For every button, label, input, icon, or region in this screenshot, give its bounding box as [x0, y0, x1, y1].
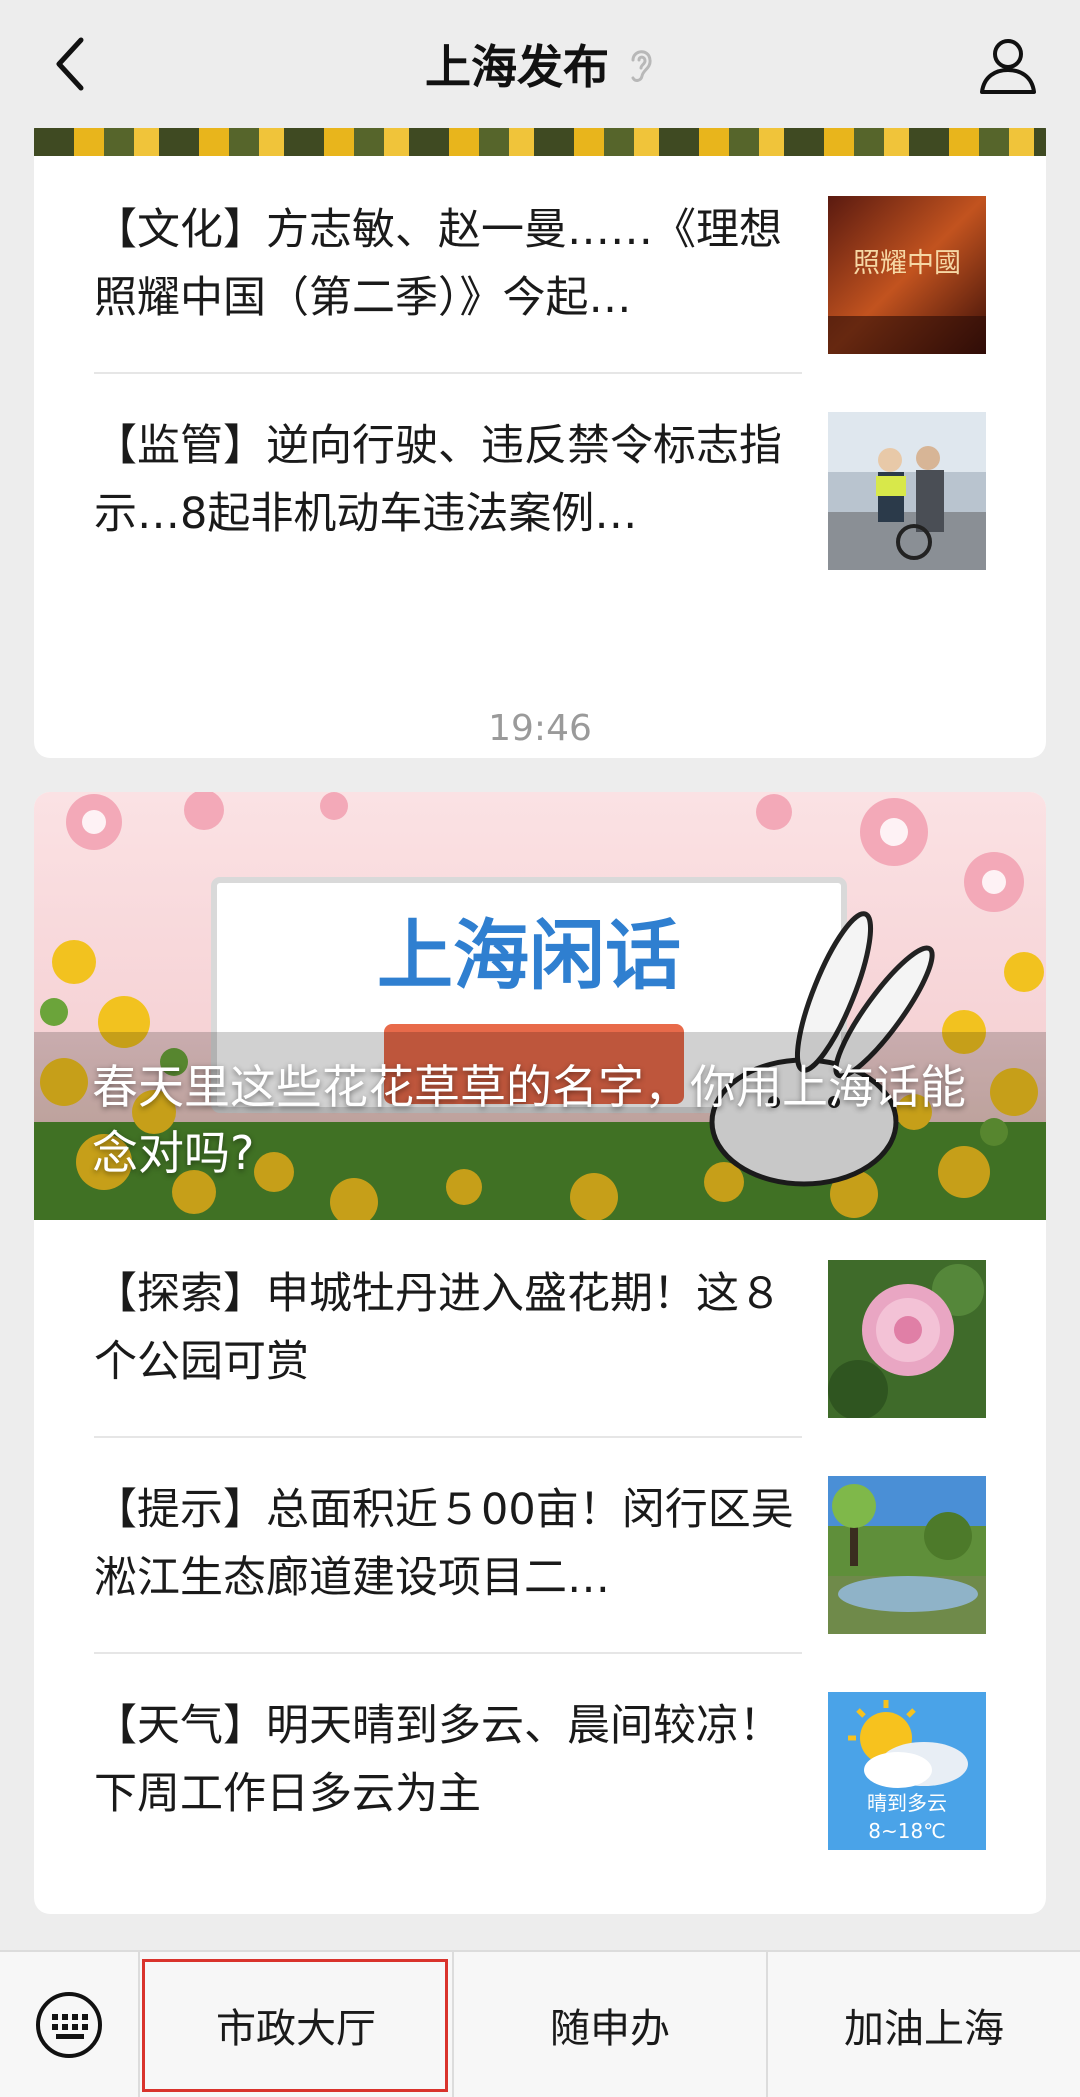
hero-title: 春天里这些花花草草的名字，你用上海话能念对吗?	[92, 1060, 966, 1180]
article-item[interactable]: 【天气】明天晴到多云、晨间较凉！下周工作日多云为主 晴到多云 8~18℃	[94, 1652, 986, 1868]
article-item[interactable]: 【文化】方志敏、赵一曼……《理想照耀中国（第二季）》今起… 照耀中國	[94, 156, 986, 372]
weather-temperature: 8~18℃	[868, 1819, 945, 1843]
article-title: 【天气】明天晴到多云、晨间较凉！下周工作日多云为主	[94, 1701, 782, 1819]
person-icon	[980, 39, 1036, 94]
hero-article[interactable]: 上海闲话 春天里这些花花草草的名字，你用上海话能念对吗?	[34, 792, 1046, 1220]
chevron-left-icon	[56, 37, 84, 91]
menu-item-suishenban[interactable]: 随申办	[454, 1951, 768, 2097]
hero-image-title: 上海闲话	[377, 911, 681, 1000]
thumbnail-caption: 照耀中國	[853, 248, 961, 279]
weather-thumbnail: 晴到多云 8~18℃	[828, 1692, 986, 1850]
page-title: 上海发布	[425, 31, 655, 97]
article-title: 【监管】逆向行驶、违反禁令标志指示…8起非机动车违法案例…	[94, 421, 782, 539]
article-item[interactable]: 【提示】总面积近５00亩！闵行区吴淞江生态廊道建设项目二…	[94, 1436, 986, 1652]
article-title: 【文化】方志敏、赵一曼……《理想照耀中国（第二季）》今起…	[94, 205, 782, 323]
chat-header: 上海发布	[0, 0, 1080, 128]
weather-caption: 晴到多云	[867, 1791, 947, 1815]
article-card: 【文化】方志敏、赵一曼……《理想照耀中国（第二季）》今起… 照耀中國 【监管】逆…	[34, 128, 1046, 758]
article-thumbnail: 照耀中國	[828, 196, 986, 354]
back-button[interactable]	[40, 30, 100, 98]
article-title: 【探索】申城牡丹进入盛花期！这８个公园可赏	[94, 1269, 782, 1387]
account-name: 上海发布	[425, 40, 609, 94]
profile-button[interactable]	[976, 32, 1040, 96]
message-feed[interactable]: 【文化】方志敏、赵一曼……《理想照耀中国（第二季）》今起… 照耀中國 【监管】逆…	[0, 128, 1080, 1950]
article-item[interactable]: 【监管】逆向行驶、违反禁令标志指示…8起非机动车违法案例…	[94, 372, 986, 588]
message-timestamp: 19:46	[488, 708, 592, 749]
keyboard-toggle-button[interactable]	[0, 1951, 140, 2097]
article-card: 上海闲话 春天里这些花花草草的名字，你用上海话能念对吗? 【探索】申城牡丹进入盛…	[34, 792, 1046, 1914]
keyboard-icon	[36, 1991, 102, 2058]
ear-icon	[631, 50, 652, 82]
article-thumbnail	[828, 1260, 986, 1418]
article-thumbnail	[828, 412, 986, 570]
bottom-menu-bar: 市政大厅 随申办 加油上海	[0, 1950, 1080, 2097]
menu-item-go-shanghai[interactable]: 加油上海	[768, 1951, 1080, 2097]
article-thumbnail	[828, 1476, 986, 1634]
article-title: 【提示】总面积近５00亩！闵行区吴淞江生态廊道建设项目二…	[94, 1485, 794, 1603]
banner-image-strip	[34, 128, 1046, 156]
menu-item-municipal-hall[interactable]: 市政大厅	[140, 1951, 454, 2097]
article-item[interactable]: 【探索】申城牡丹进入盛花期！这８个公园可赏	[94, 1220, 986, 1436]
